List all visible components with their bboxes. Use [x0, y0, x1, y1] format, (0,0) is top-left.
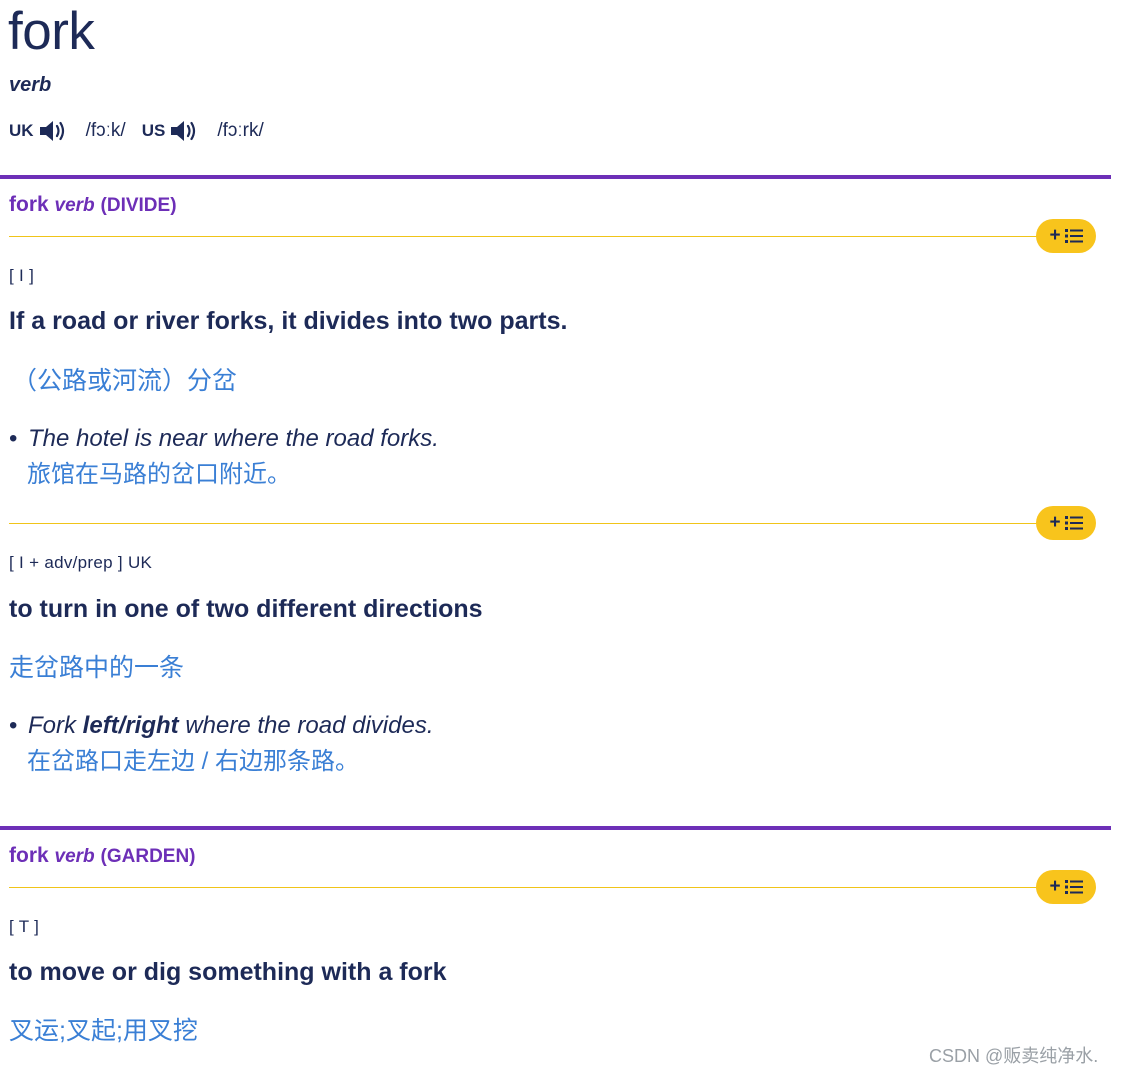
definition-translation: （公路或河流）分岔: [12, 367, 238, 395]
part-of-speech: verb: [9, 74, 52, 96]
ipa-us: /fɔːrk/: [217, 120, 264, 141]
sense-header: fork verb (GARDEN): [9, 844, 196, 868]
definition-translation: 叉运;叉起;用叉挖: [9, 1017, 198, 1045]
sense-divider: [0, 826, 1111, 830]
region-us-label: US: [141, 121, 166, 140]
plus-icon: +: [1049, 876, 1061, 897]
speaker-icon[interactable]: [169, 118, 199, 144]
speaker-icon[interactable]: [38, 118, 68, 144]
sense-word: fork: [9, 844, 49, 867]
example-sentence: • Fork left/right where the road divides.…: [9, 708, 433, 780]
definition-divider: [9, 523, 1049, 524]
watermark: CSDN @贩卖纯净水.: [929, 1046, 1099, 1066]
example-sentence: • The hotel is near where the road forks.…: [9, 421, 439, 493]
grammar-label: [ I + adv/prep ] UK: [9, 553, 153, 572]
pronunciation-row: UK /fɔːk/ US /fɔːrk/: [9, 117, 280, 145]
example-text: The hotel is near where the road forks.: [28, 425, 439, 452]
sense-guideword: (GARDEN): [100, 846, 196, 867]
definition-divider: [9, 887, 1049, 888]
add-to-word-list-button[interactable]: +: [1036, 219, 1096, 253]
list-icon: [1064, 879, 1083, 895]
list-icon: [1064, 228, 1083, 244]
definition-text: to turn in one of two different directio…: [9, 595, 483, 623]
bullet: •: [9, 712, 18, 739]
definition-text: to move or dig something with a fork: [9, 958, 447, 986]
plus-icon: +: [1049, 512, 1061, 533]
list-icon: [1064, 515, 1083, 531]
bullet: •: [9, 425, 18, 452]
add-to-word-list-button[interactable]: +: [1036, 506, 1096, 540]
sense-word: fork: [9, 193, 49, 216]
example-text-pre: Fork: [28, 712, 83, 739]
ipa-uk: /fɔːk/: [85, 120, 126, 141]
example-translation: 在岔路口走左边 / 右边那条路。: [27, 748, 360, 775]
example-keyword: left/right: [82, 712, 179, 739]
example-text-post: where the road divides.: [178, 712, 434, 739]
region-uk-label: UK: [9, 121, 34, 140]
grammar-label: [ T ]: [9, 917, 40, 936]
plus-icon: +: [1049, 225, 1061, 246]
sense-header: fork verb (DIVIDE): [9, 193, 177, 217]
add-to-word-list-button[interactable]: +: [1036, 870, 1096, 904]
sense-pos: verb: [54, 846, 95, 867]
sense-pos: verb: [54, 195, 95, 216]
sense-guideword: (DIVIDE): [100, 195, 177, 216]
definition-divider: [9, 236, 1049, 237]
example-translation: 旅馆在马路的岔口附近。: [27, 461, 291, 488]
definition-text: If a road or river forks, it divides int…: [9, 307, 568, 335]
definition-translation: 走岔路中的一条: [9, 654, 185, 682]
grammar-label: [ I ]: [9, 266, 35, 285]
sense-divider: [0, 175, 1111, 179]
example-text: Fork left/right where the road divides.: [28, 712, 433, 739]
headword: fork: [8, 2, 95, 61]
